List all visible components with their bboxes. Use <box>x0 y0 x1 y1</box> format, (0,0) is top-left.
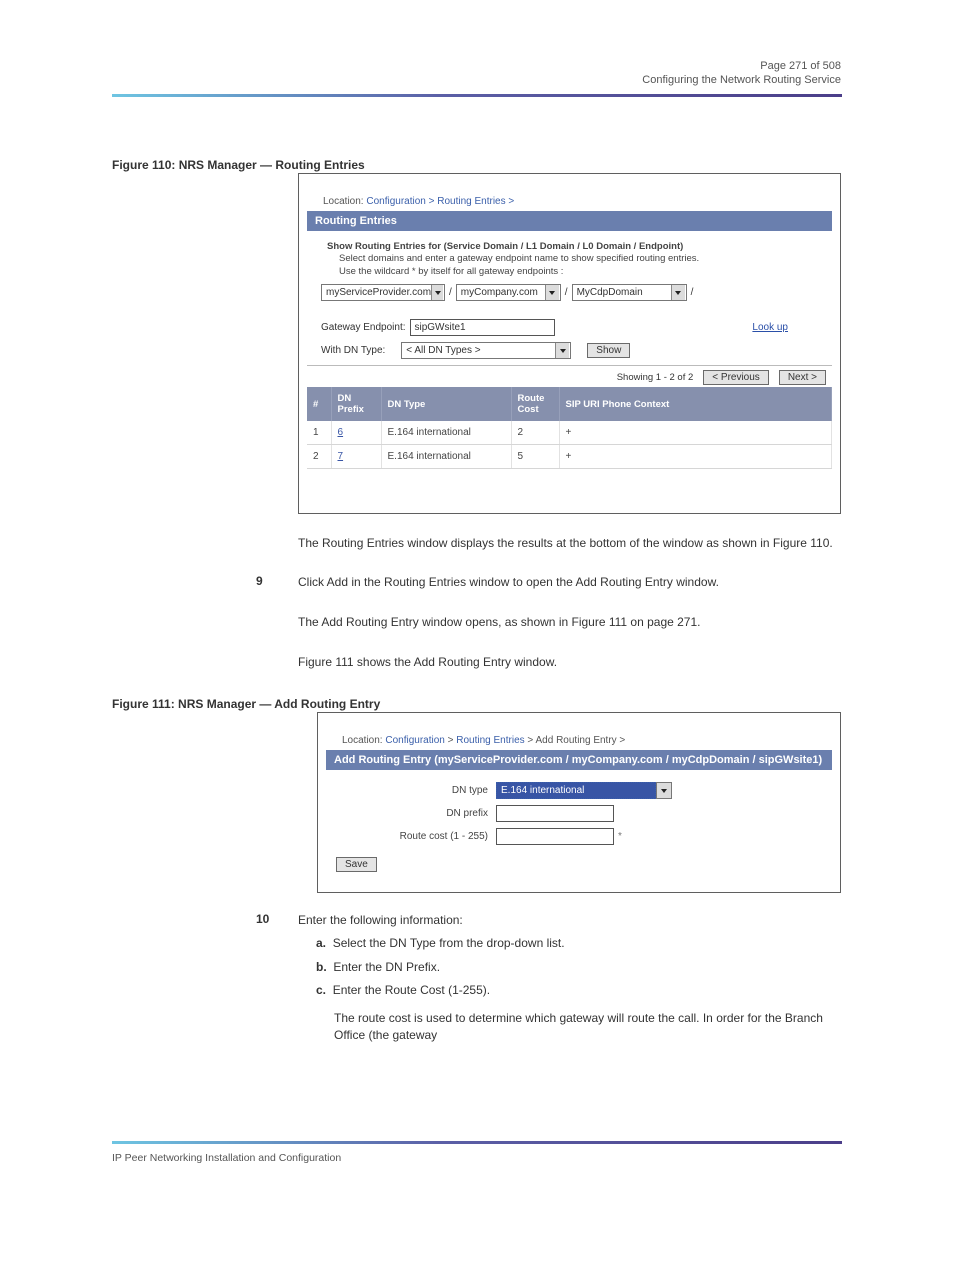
service-domain-value: myServiceProvider.com <box>326 287 431 298</box>
dn-type-select[interactable]: E.164 international <box>496 782 656 799</box>
l0-domain-select[interactable]: MyCdpDomain <box>572 284 687 301</box>
slash-sep: / <box>449 287 452 298</box>
required-asterisk: * <box>618 831 622 842</box>
page-section-title: Configuring the Network Routing Service <box>642 74 841 86</box>
col-index[interactable]: # <box>307 387 331 421</box>
panel-header-add-routing-entry: Add Routing Entry (myServiceProvider.com… <box>326 750 832 770</box>
substep-a-label: a. <box>316 936 326 950</box>
instruction-line1: Show Routing Entries for (Service Domain… <box>327 241 683 252</box>
l0-domain-value: MyCdpDomain <box>577 287 643 298</box>
breadcrumb: Location: Configuration > Routing Entrie… <box>342 735 840 746</box>
gateway-endpoint-input[interactable]: sipGWsite1 <box>410 319 555 336</box>
chevron-down-icon <box>545 285 559 300</box>
substep-b-label: b. <box>316 960 327 974</box>
substep-c-label: c. <box>316 983 326 997</box>
slash-sep: / <box>565 287 568 298</box>
substep-a-text: Select the DN Type from the drop-down li… <box>333 936 565 950</box>
dn-prefix-input[interactable] <box>496 805 614 822</box>
l1-domain-select[interactable]: myCompany.com <box>456 284 561 301</box>
with-dn-type-label: With DN Type: <box>321 345 385 356</box>
cell-context: + <box>559 421 832 445</box>
dn-type-label: DN type <box>346 785 496 796</box>
l1-domain-value: myCompany.com <box>461 287 538 298</box>
breadcrumb-current: Add Routing Entry > <box>536 735 626 746</box>
chevron-down-icon <box>657 783 671 798</box>
paragraph: Click Add in the Routing Entries window … <box>298 574 841 591</box>
figure-110-caption: Figure 110: NRS Manager — Routing Entrie… <box>112 158 365 172</box>
chevron-down-icon <box>555 343 569 358</box>
table-row: 2 7 E.164 international 5 + <box>307 445 832 469</box>
route-cost-label: Route cost (1 - 255) <box>346 831 496 842</box>
step-10-block: Enter the following information: a. Sele… <box>298 912 841 1044</box>
paragraph: Figure 111 shows the Add Routing Entry w… <box>298 654 841 671</box>
top-rule <box>112 94 842 97</box>
instruction-line3: Use the wildcard * by itself for all gat… <box>339 266 812 278</box>
table-row: 1 6 E.164 international 2 + <box>307 421 832 445</box>
paragraph: The Routing Entries window displays the … <box>298 535 841 552</box>
col-route-cost[interactable]: Route Cost <box>511 387 559 421</box>
gateway-endpoint-row: Gateway Endpoint: sipGWsite1 Look up <box>321 319 818 336</box>
chevron-down-icon <box>431 285 443 300</box>
breadcrumb-label: Location: <box>342 735 383 746</box>
dn-prefix-label: DN prefix <box>346 808 496 819</box>
step-number-9: 9 <box>256 574 263 588</box>
page-number: Page 271 of 508 <box>760 60 841 72</box>
instruction-block: Show Routing Entries for (Service Domain… <box>327 241 812 278</box>
substep-b-text: Enter the DN Prefix. <box>333 960 440 974</box>
dn-type-row: DN type E.164 international <box>346 782 812 799</box>
route-cost-input[interactable] <box>496 828 614 845</box>
dn-type-select-arrow[interactable] <box>656 782 672 799</box>
route-cost-note: The route cost is used to determine whic… <box>334 1010 841 1045</box>
next-button[interactable]: Next > <box>779 370 826 385</box>
chevron-down-icon <box>671 285 685 300</box>
instruction-line2: Select domains and enter a gateway endpo… <box>339 253 812 265</box>
substep-c-text: Enter the Route Cost (1-255). <box>333 983 490 997</box>
cell-index: 1 <box>307 421 331 445</box>
col-sip-uri-context[interactable]: SIP URI Phone Context <box>559 387 832 421</box>
dn-prefix-row: DN prefix <box>346 805 812 822</box>
lookup-link[interactable]: Look up <box>752 322 788 333</box>
figure-110-screenshot: Location: Configuration > Routing Entrie… <box>298 173 841 514</box>
routing-entries-table: # DN Prefix DN Type Route Cost SIP URI P… <box>307 387 832 469</box>
route-cost-row: Route cost (1 - 255) * <box>346 828 812 845</box>
breadcrumb-path: Configuration > Routing Entries > <box>366 196 514 207</box>
panel-header-routing-entries: Routing Entries <box>307 211 832 231</box>
dn-type-value: < All DN Types > <box>406 345 480 356</box>
col-dn-prefix[interactable]: DN Prefix <box>331 387 381 421</box>
pager-row: Showing 1 - 2 of 2 < Previous Next > <box>307 365 832 387</box>
dn-prefix-link[interactable]: 7 <box>338 451 344 462</box>
paragraph: The Add Routing Entry window opens, as s… <box>298 614 841 631</box>
breadcrumb-link[interactable]: Configuration <box>385 735 444 746</box>
cell-dn-type: E.164 international <box>381 421 511 445</box>
cell-route-cost: 2 <box>511 421 559 445</box>
save-button[interactable]: Save <box>336 857 377 872</box>
figure-111-screenshot: Location: Configuration > Routing Entrie… <box>317 712 841 893</box>
dn-type-select[interactable]: < All DN Types > <box>401 342 571 359</box>
step-number-10: 10 <box>256 912 269 926</box>
figure-111-caption: Figure 111: NRS Manager — Add Routing En… <box>112 697 380 711</box>
dn-prefix-link[interactable]: 6 <box>338 427 344 438</box>
breadcrumb-label: Location: <box>323 196 364 207</box>
breadcrumb: Location: Configuration > Routing Entrie… <box>323 196 840 207</box>
cell-context: + <box>559 445 832 469</box>
cell-index: 2 <box>307 445 331 469</box>
breadcrumb-link[interactable]: Routing Entries <box>456 735 524 746</box>
pager-count: Showing 1 - 2 of 2 <box>617 372 694 383</box>
slash-sep: / <box>691 287 694 298</box>
with-dn-type-row: With DN Type: < All DN Types > Show <box>321 342 818 359</box>
cell-dn-type: E.164 international <box>381 445 511 469</box>
service-domain-select[interactable]: myServiceProvider.com <box>321 284 445 301</box>
step-10-intro: Enter the following information: <box>298 913 463 927</box>
cell-route-cost: 5 <box>511 445 559 469</box>
col-dn-type[interactable]: DN Type <box>381 387 511 421</box>
domain-select-row: myServiceProvider.com / myCompany.com / … <box>321 284 818 301</box>
gateway-endpoint-label: Gateway Endpoint: <box>321 322 406 333</box>
bottom-rule <box>112 1141 842 1144</box>
footer-left: IP Peer Networking Installation and Conf… <box>112 1152 341 1164</box>
previous-button[interactable]: < Previous <box>703 370 769 385</box>
show-button[interactable]: Show <box>587 343 630 358</box>
